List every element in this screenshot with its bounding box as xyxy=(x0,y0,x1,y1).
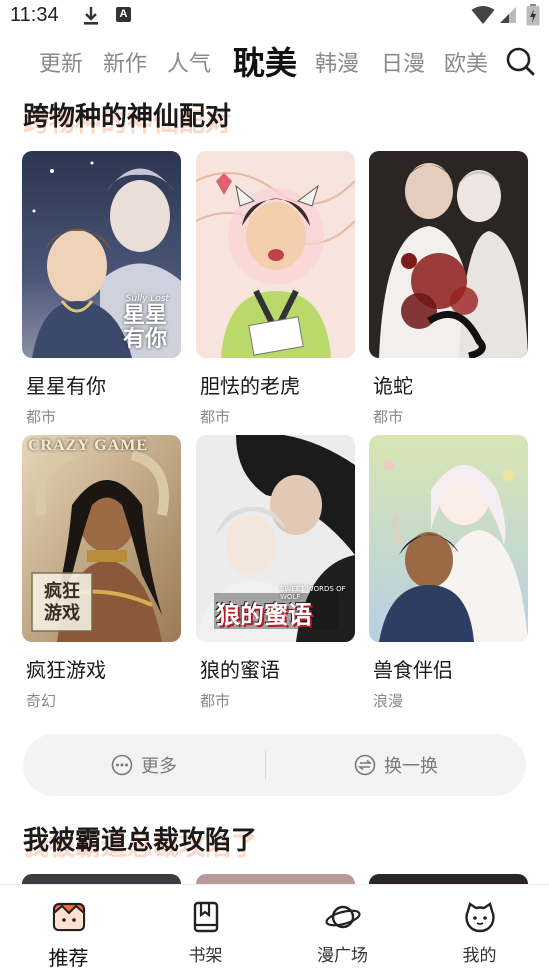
more-icon xyxy=(111,754,133,776)
comic-card[interactable]: 诡蛇 都市 xyxy=(369,151,528,427)
comic-title[interactable]: 诡蛇 xyxy=(373,370,528,399)
nav-label: 漫广场 xyxy=(317,946,368,966)
cover-subtitle-text: SWEET WORDS OF WOLF xyxy=(280,585,346,601)
more-button[interactable]: 更多 xyxy=(23,734,265,796)
battery-icon xyxy=(526,4,540,26)
bottom-navigation: 推荐 书架 漫广场 我的 xyxy=(0,884,549,976)
cover-title-text: 疯狂游戏 xyxy=(44,581,80,624)
category-tabs: 更新 新作 人气 耽美 韩漫 日漫 欧美 xyxy=(0,38,549,84)
recommend-icon xyxy=(52,902,85,932)
tab-update[interactable]: 更新 xyxy=(39,46,83,78)
nav-label: 推荐 xyxy=(48,946,89,970)
section-title: 我被霸道总裁攻陷了 xyxy=(23,826,258,856)
comic-card[interactable]: 胆怯的老虎 都市 xyxy=(196,151,355,427)
more-label: 更多 xyxy=(141,756,177,777)
signal-icon xyxy=(500,7,516,23)
comic-card[interactable]: 兽食伴侣 浪漫 xyxy=(369,435,528,711)
tab-korean[interactable]: 韩漫 xyxy=(315,46,359,78)
tab-bl[interactable]: 耽美 xyxy=(233,38,297,84)
nav-profile[interactable]: 我的 xyxy=(411,885,548,976)
comic-card[interactable]: CRAZY GAME 疯狂游戏 疯狂游戏 奇幻 xyxy=(22,435,181,711)
comic-title[interactable]: 胆怯的老虎 xyxy=(200,370,355,399)
refresh-button[interactable]: 换一换 xyxy=(266,734,526,796)
comic-cover[interactable]: 狼的蜜语 SWEET WORDS OF WOLF xyxy=(196,435,355,642)
swap-icon xyxy=(354,754,376,776)
comic-cover[interactable]: CRAZY GAME 疯狂游戏 xyxy=(22,435,181,642)
comic-title[interactable]: 兽食伴侣 xyxy=(373,654,528,683)
comic-genre: 都市 xyxy=(200,692,231,710)
planet-icon xyxy=(324,905,361,929)
nav-label: 我的 xyxy=(462,946,497,966)
wifi-icon xyxy=(471,6,495,24)
search-icon[interactable] xyxy=(505,46,535,76)
cover-title-text: 星星有你 xyxy=(122,303,167,352)
refresh-label: 换一换 xyxy=(384,756,438,777)
comic-cover[interactable]: 星星有你 Sully Lost xyxy=(22,151,181,358)
comic-card[interactable]: 星星有你 Sully Lost 星星有你 都市 xyxy=(22,151,181,427)
nav-bookshelf[interactable]: 书架 xyxy=(137,885,274,976)
comic-genre: 都市 xyxy=(200,408,231,426)
comic-title[interactable]: 星星有你 xyxy=(26,370,181,399)
download-icon xyxy=(84,7,98,25)
cat-face-icon xyxy=(464,902,495,933)
comic-cover[interactable] xyxy=(369,151,528,358)
a-badge-icon: A xyxy=(116,7,131,22)
tab-japanese[interactable]: 日漫 xyxy=(381,46,425,78)
comic-cover[interactable] xyxy=(196,151,355,358)
comic-cover[interactable] xyxy=(369,435,528,642)
comic-genre: 都市 xyxy=(26,408,57,426)
cover-subtitle-text: Sully Lost xyxy=(125,294,169,304)
nav-plaza[interactable]: 漫广场 xyxy=(274,885,411,976)
section-actions: 更多 换一换 xyxy=(23,734,526,796)
section-title: 跨物种的神仙配对 xyxy=(23,102,232,132)
bookshelf-icon xyxy=(193,901,218,933)
tab-western[interactable]: 欧美 xyxy=(444,46,488,78)
tab-popular[interactable]: 人气 xyxy=(167,46,211,78)
tab-new[interactable]: 新作 xyxy=(103,46,147,78)
comic-title[interactable]: 疯狂游戏 xyxy=(26,654,181,683)
cover-top-text: CRAZY GAME xyxy=(28,437,149,454)
status-time: 11:34 xyxy=(10,4,59,26)
comic-genre: 浪漫 xyxy=(373,692,404,710)
nav-recommend[interactable]: 推荐 xyxy=(0,885,137,976)
comic-title[interactable]: 狼的蜜语 xyxy=(200,654,355,683)
comic-genre: 奇幻 xyxy=(26,692,57,710)
comic-card[interactable]: 狼的蜜语 SWEET WORDS OF WOLF 狼的蜜语 都市 xyxy=(196,435,355,711)
status-bar: 11:34 A xyxy=(0,0,549,34)
nav-label: 书架 xyxy=(188,946,223,966)
comic-genre: 都市 xyxy=(373,408,404,426)
